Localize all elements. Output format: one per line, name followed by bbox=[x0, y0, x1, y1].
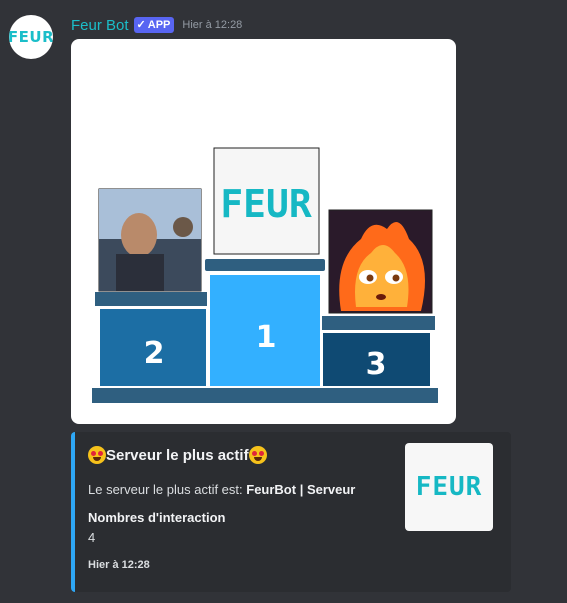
star-struck-emoji-icon bbox=[88, 446, 106, 464]
first-place-label: 1 bbox=[256, 320, 277, 355]
third-place-avatar bbox=[328, 209, 433, 314]
embed-footer-timestamp: Hier à 12:28 bbox=[88, 559, 150, 571]
embed-description: Le serveur le plus actif est: FeurBot | … bbox=[88, 482, 355, 497]
chat-message: FEUR Feur Bot ✓ APP Hier à 12:28 2 FEUR … bbox=[0, 0, 567, 603]
bot-avatar[interactable]: FEUR bbox=[9, 15, 53, 59]
message-timestamp[interactable]: Hier à 12:28 bbox=[182, 19, 242, 31]
first-place-logo-text: FEUR bbox=[220, 182, 312, 226]
embed-title-text: Serveur le plus actif bbox=[106, 446, 249, 464]
embed-thumbnail[interactable]: FEUR bbox=[405, 443, 493, 531]
app-badge-label: APP bbox=[147, 19, 171, 31]
embed-field-value: 4 bbox=[88, 530, 96, 545]
third-place-ledge bbox=[322, 316, 435, 330]
message-header: Feur Bot ✓ APP Hier à 12:28 bbox=[71, 14, 242, 36]
embed-description-value: FeurBot | Serveur bbox=[246, 482, 356, 497]
first-place-avatar: FEUR bbox=[213, 147, 320, 255]
podium-graphic: 2 FEUR 1 3 bbox=[92, 147, 438, 403]
embed-card: Serveur le plus actif Le serveur le plus… bbox=[71, 432, 511, 592]
second-place-label: 2 bbox=[144, 336, 165, 371]
embed-thumbnail-logo-text: FEUR bbox=[415, 472, 483, 502]
embed-field-name: Nombres d'interaction bbox=[88, 510, 226, 525]
podium-base bbox=[92, 388, 438, 403]
app-badge: ✓ APP bbox=[133, 17, 175, 33]
star-struck-emoji-icon bbox=[248, 446, 267, 464]
second-place-ledge bbox=[95, 292, 207, 306]
embed-description-prefix: Le serveur le plus actif est: bbox=[88, 482, 247, 497]
check-icon: ✓ bbox=[136, 19, 146, 31]
embed-title: Serveur le plus actif bbox=[88, 446, 267, 464]
podium-image[interactable]: 2 FEUR 1 3 bbox=[71, 39, 456, 424]
username[interactable]: Feur Bot bbox=[71, 17, 129, 34]
second-place-avatar bbox=[98, 188, 202, 292]
first-place-ledge bbox=[205, 259, 325, 271]
avatar-logo-text: FEUR bbox=[9, 28, 53, 46]
third-place-label: 3 bbox=[366, 347, 387, 382]
